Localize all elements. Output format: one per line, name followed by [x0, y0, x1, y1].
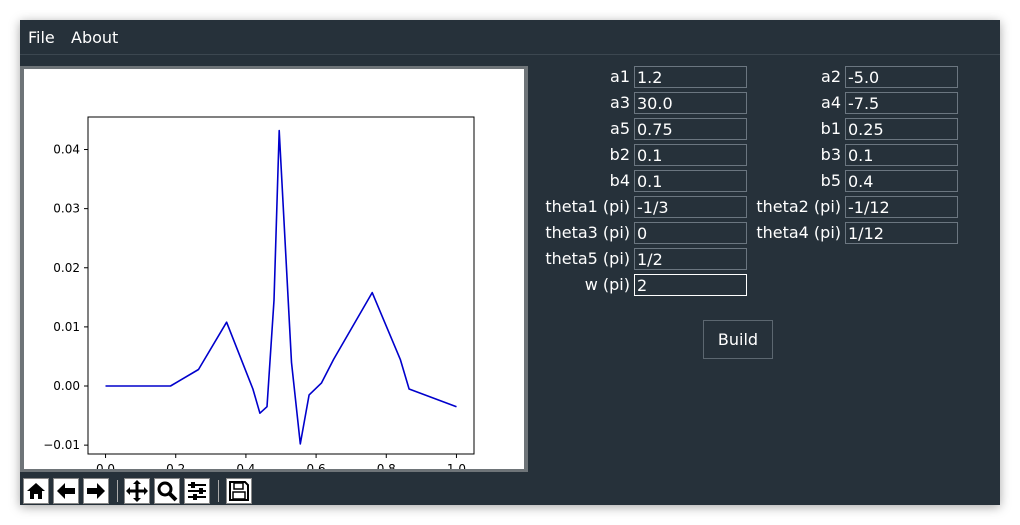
b5-input[interactable]: [845, 170, 958, 192]
toolbar-separator: [117, 480, 118, 502]
forward-button[interactable]: [83, 478, 109, 504]
menu-about[interactable]: About: [71, 28, 118, 47]
w-input[interactable]: [634, 274, 747, 296]
a2-label: a2: [821, 67, 841, 86]
configure-button[interactable]: [184, 478, 210, 504]
y-tick-label: 0.03: [53, 202, 80, 216]
b3-label: b3: [820, 145, 841, 164]
a1-label: a1: [610, 67, 630, 86]
y-tick-label: 0.01: [53, 320, 80, 334]
y-tick-label: 0.00: [53, 379, 80, 393]
pan-button[interactable]: [124, 478, 150, 504]
theta2-label: theta2 (pi): [756, 197, 841, 216]
a4-input[interactable]: [845, 92, 958, 114]
toolbar-separator: [218, 480, 219, 502]
x-tick-label: 0.8: [377, 462, 396, 469]
b1-label: b1: [820, 119, 841, 138]
w-label: w (pi): [584, 275, 630, 294]
build-button[interactable]: Build: [703, 320, 773, 359]
zoom-button[interactable]: [154, 478, 180, 504]
app-window: File About 0.0 0.2 0.4 0.6 0.8 1.0 −0.01 0.00 0.…: [20, 20, 1000, 505]
x-tick-label: 0.0: [96, 462, 115, 469]
theta2-input[interactable]: [845, 196, 958, 218]
configure-icon: [188, 482, 206, 500]
y-tick-label: 0.04: [53, 143, 80, 157]
a2-input[interactable]: [845, 66, 958, 88]
back-icon: [57, 483, 75, 499]
home-button[interactable]: [23, 478, 49, 504]
zoom-icon: [157, 481, 178, 502]
y-tick-label: 0.02: [53, 261, 80, 275]
x-tick-label: 0.6: [307, 462, 326, 469]
y-tick-label: −0.01: [43, 438, 80, 452]
theta4-input[interactable]: [845, 222, 958, 244]
pan-icon: [126, 480, 148, 502]
b1-input[interactable]: [845, 118, 958, 140]
b4-label: b4: [609, 171, 630, 190]
b3-input[interactable]: [845, 144, 958, 166]
forward-icon: [87, 483, 105, 499]
b2-label: b2: [609, 145, 630, 164]
series-line: [105, 129, 457, 445]
navigation-toolbar: [20, 476, 280, 504]
x-tick-label: 0.2: [166, 462, 185, 469]
menu-bar: File About: [20, 20, 1000, 55]
menu-file[interactable]: File: [28, 28, 55, 47]
a3-label: a3: [610, 93, 630, 112]
line-chart: 0.0 0.2 0.4 0.6 0.8 1.0 −0.01 0.00 0.01 0.02 0.03 0…: [43, 116, 475, 469]
theta5-input[interactable]: [634, 248, 747, 270]
x-tick-label: 0.4: [236, 462, 255, 469]
plot-canvas[interactable]: 0.0 0.2 0.4 0.6 0.8 1.0 −0.01 0.00 0.01 0.02 0.03 0…: [24, 69, 524, 469]
theta3-label: theta3 (pi): [545, 223, 630, 242]
back-button[interactable]: [53, 478, 79, 504]
theta1-label: theta1 (pi): [545, 197, 630, 216]
save-icon: [229, 481, 249, 501]
plot-canvas-frame: 0.0 0.2 0.4 0.6 0.8 1.0 −0.01 0.00 0.01 0.02 0.03 0…: [20, 66, 528, 472]
b5-label: b5: [820, 171, 841, 190]
a5-label: a5: [610, 119, 630, 138]
x-tick-label: 1.0: [447, 462, 466, 469]
theta4-label: theta4 (pi): [756, 223, 841, 242]
save-button[interactable]: [226, 478, 252, 504]
home-icon: [27, 483, 45, 499]
theta5-label: theta5 (pi): [545, 249, 630, 268]
a4-label: a4: [821, 93, 841, 112]
